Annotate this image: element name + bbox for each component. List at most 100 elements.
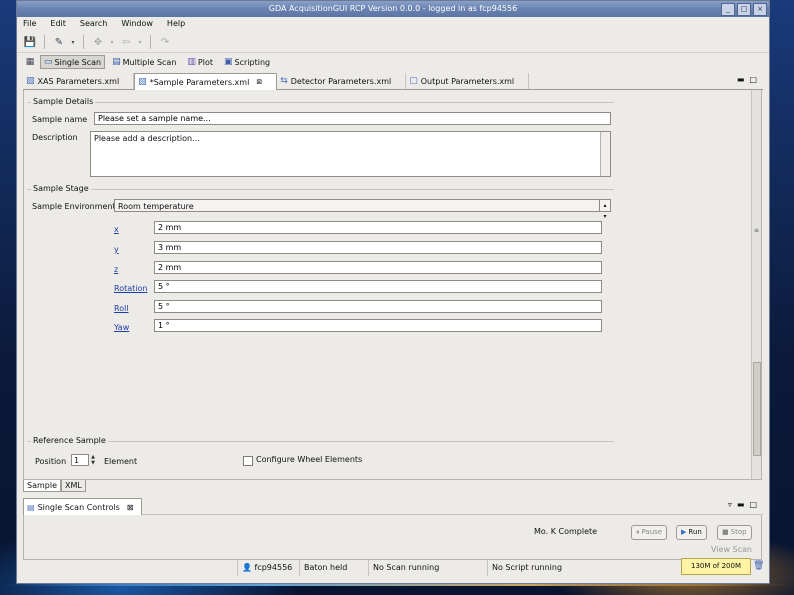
perspective-bar: ▦ ▭ Single Scan ▤ Multiple Scan ▥ Plot ▣…	[17, 53, 769, 71]
status-user: 👤 fcp94556	[237, 560, 296, 576]
user-icon: 👤	[242, 563, 252, 572]
perspective-label: Multiple Scan	[122, 57, 177, 67]
toolbar-separator	[44, 35, 45, 49]
dropdown-arrow-icon[interactable]: ▾	[109, 35, 115, 49]
x-link[interactable]: x	[114, 225, 119, 234]
close-view-icon[interactable]: ⊠	[127, 503, 134, 512]
run-icon: ▶	[681, 528, 687, 536]
minimize-icon[interactable]: ▬	[737, 500, 745, 509]
menu-help[interactable]: Help	[167, 17, 191, 31]
tab-label: Detector Parameters.xml	[290, 76, 392, 86]
close-tab-icon[interactable]: ⊠	[256, 78, 262, 86]
editor-scrollbar[interactable]: ≡	[751, 90, 761, 479]
element-label: Element	[104, 457, 138, 466]
app-window: GDA AcquisitionGUI RCP Version 0.0.0 - l…	[16, 0, 770, 584]
stop-icon: ■	[722, 528, 729, 536]
combo-arrow-icon[interactable]: ▴ ▾	[599, 200, 610, 220]
view-scan-link[interactable]: View Scan	[711, 545, 752, 554]
stop-button[interactable]: ■ Stop	[717, 525, 752, 540]
perspective-label: Single Scan	[54, 57, 102, 67]
scripting-icon: ▣	[224, 57, 233, 67]
view-menu-icon[interactable]: ▿	[728, 500, 732, 509]
output-file-icon: ▢	[409, 76, 418, 86]
position-spinner[interactable]: 1	[71, 454, 89, 466]
perspective-plot[interactable]: ▥ Plot	[183, 55, 217, 69]
y-input[interactable]	[154, 241, 602, 254]
tab-sample-parameters[interactable]: ▧ *Sample Parameters.xml ⊠	[134, 73, 278, 90]
trash-icon[interactable]: 🗑	[753, 561, 764, 571]
tab-detector-parameters[interactable]: ⇆ Detector Parameters.xml	[277, 73, 407, 89]
description-scrollbar[interactable]	[600, 132, 610, 176]
pause-icon: ⏸	[636, 528, 640, 536]
description-text: Please add a description...	[94, 134, 200, 143]
rotation-input[interactable]	[154, 280, 602, 293]
roll-link[interactable]: Roll	[114, 304, 129, 313]
perspective-single-scan[interactable]: ▭ Single Scan	[40, 55, 106, 69]
description-textarea[interactable]: Please add a description...	[90, 131, 611, 177]
pause-button[interactable]: ⏸ Pause	[631, 525, 668, 540]
dropdown-arrow-icon[interactable]: ▾	[70, 35, 76, 49]
toolbar-separator	[150, 35, 151, 49]
save-icon[interactable]: 💾	[23, 35, 37, 49]
z-input[interactable]	[154, 261, 602, 274]
menu-window[interactable]: Window	[121, 17, 159, 31]
sample-name-input[interactable]	[94, 112, 611, 125]
y-link[interactable]: y	[114, 245, 119, 254]
memory-usage[interactable]: 130M of 200M	[681, 558, 751, 575]
perspective-label: Plot	[197, 57, 213, 67]
run-button[interactable]: ▶ Run	[676, 525, 707, 540]
stop-label: Stop	[730, 528, 747, 536]
scroll-thumb[interactable]	[753, 362, 761, 456]
spinner-arrows[interactable]: ▲ ▼	[89, 454, 97, 466]
status-script: No Script running	[487, 560, 612, 576]
x-input[interactable]	[154, 221, 602, 234]
menu-file[interactable]: File	[23, 17, 42, 31]
maximize-icon[interactable]: □	[749, 500, 757, 509]
scroll-indicator-icon[interactable]: ≡	[752, 226, 761, 235]
back-icon[interactable]: ⇦	[119, 35, 133, 49]
status-scan: No Scan running	[368, 560, 486, 576]
perspective-multiple-scan[interactable]: ▤ Multiple Scan	[108, 55, 180, 69]
tab-label: XAS Parameters.xml	[37, 76, 120, 86]
sample-environment-value: Room temperature	[118, 202, 194, 211]
user-name: fcp94556	[254, 563, 293, 572]
menu-edit[interactable]: Edit	[50, 17, 72, 31]
maximize-button[interactable]: □	[737, 3, 751, 16]
z-link[interactable]: z	[114, 265, 118, 274]
sample-environment-select[interactable]: Room temperature ▴ ▾	[114, 199, 611, 220]
yaw-link[interactable]: Yaw	[114, 323, 129, 332]
configure-wheel-checkbox[interactable]	[243, 456, 253, 466]
close-button[interactable]: ×	[753, 3, 767, 16]
scan-controls-body: Mo. K Complete ⏸ Pause ▶ Run ■ Stop View…	[23, 515, 762, 560]
tab-output-parameters[interactable]: ▢ Output Parameters.xml	[406, 73, 530, 89]
menu-search[interactable]: Search	[80, 17, 113, 31]
pause-label: Pause	[641, 528, 663, 536]
perspective-scripting[interactable]: ▣ Scripting	[220, 55, 274, 69]
wand-icon[interactable]: ✎	[52, 35, 66, 49]
yaw-input[interactable]	[154, 319, 602, 332]
maximize-icon[interactable]: □	[749, 75, 757, 84]
xml-file-icon: ▧	[138, 77, 147, 87]
forward-icon[interactable]: ↷	[158, 35, 172, 49]
xml-file-icon: ▧	[26, 76, 35, 86]
tab-xas-parameters[interactable]: ▧ XAS Parameters.xml	[23, 73, 135, 89]
status-baton: Baton held	[299, 560, 372, 576]
rotation-link[interactable]: Rotation	[114, 284, 147, 293]
view-controls: ▿ ▬ □	[728, 500, 757, 509]
status-bar: 👤 fcp94556 Baton held No Scan running No…	[17, 560, 769, 576]
toolbar-separator	[83, 35, 84, 49]
navigate-icon[interactable]: ✥	[91, 35, 105, 49]
tab-sample[interactable]: Sample	[23, 480, 61, 492]
menu-bar: File Edit Search Window Help	[17, 17, 769, 31]
dropdown-arrow-icon[interactable]: ▾	[137, 35, 143, 49]
group-title: Sample Details	[31, 97, 96, 106]
open-perspective-icon[interactable]: ▦	[23, 55, 37, 69]
roll-input[interactable]	[154, 300, 602, 313]
title-bar[interactable]: GDA AcquisitionGUI RCP Version 0.0.0 - l…	[17, 1, 769, 17]
tab-single-scan-controls[interactable]: ▤ Single Scan Controls ⊠	[23, 498, 143, 515]
tab-xml[interactable]: XML	[61, 480, 86, 492]
minimize-icon[interactable]: ▬	[737, 75, 745, 84]
detector-file-icon: ⇆	[280, 76, 288, 86]
minimize-button[interactable]: _	[721, 3, 735, 16]
position-value: 1	[74, 456, 80, 465]
